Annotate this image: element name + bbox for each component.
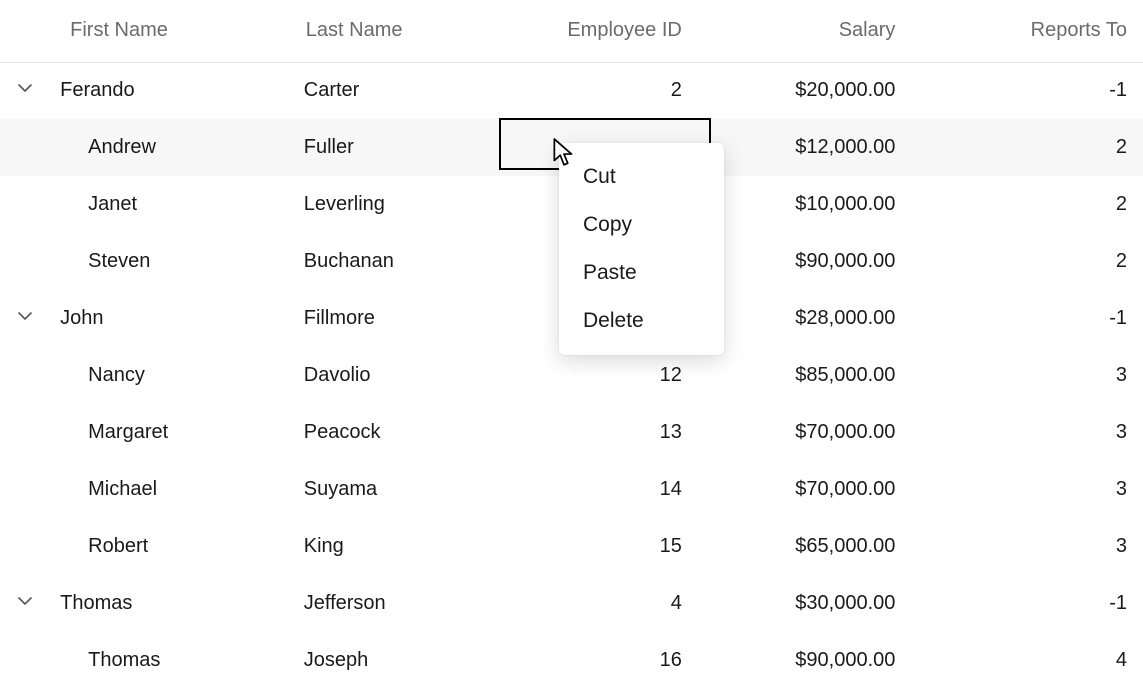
expand-toggle <box>0 632 50 689</box>
expand-toggle <box>0 233 50 290</box>
cell-last-name[interactable]: Fuller <box>296 119 497 176</box>
context-menu[interactable]: Cut Copy Paste Delete <box>559 143 724 355</box>
cell-employee-id[interactable]: 13 <box>496 404 712 461</box>
cell-last-name[interactable]: Suyama <box>296 461 497 518</box>
cell-last-name[interactable]: Joseph <box>296 632 497 689</box>
cell-reports-to[interactable]: 3 <box>927 518 1143 575</box>
table-row[interactable]: FerandoCarter2$20,000.00-1 <box>0 62 1143 119</box>
expand-toggle[interactable] <box>0 290 50 347</box>
cell-last-name[interactable]: Peacock <box>296 404 497 461</box>
cell-salary[interactable]: $65,000.00 <box>712 518 928 575</box>
cell-last-name[interactable]: Jefferson <box>296 575 497 632</box>
cell-employee-id[interactable]: 4 <box>496 575 712 632</box>
cell-employee-id[interactable]: 2 <box>496 62 712 119</box>
cell-last-name[interactable]: Davolio <box>296 347 497 404</box>
menu-item-copy[interactable]: Copy <box>559 201 724 249</box>
menu-item-cut[interactable]: Cut <box>559 153 724 201</box>
cell-employee-id[interactable]: 15 <box>496 518 712 575</box>
cell-reports-to[interactable]: 2 <box>927 119 1143 176</box>
cell-first-name[interactable]: Andrew <box>50 119 296 176</box>
cell-reports-to[interactable]: -1 <box>927 62 1143 119</box>
expand-toggle <box>0 119 50 176</box>
chevron-down-icon <box>16 79 34 101</box>
cell-first-name[interactable]: Thomas <box>50 632 296 689</box>
table-row[interactable]: MichaelSuyama14$70,000.003 <box>0 461 1143 518</box>
expand-toggle <box>0 461 50 518</box>
cell-first-name[interactable]: Robert <box>50 518 296 575</box>
table-row[interactable]: ThomasJefferson4$30,000.00-1 <box>0 575 1143 632</box>
cell-reports-to[interactable]: 4 <box>927 632 1143 689</box>
cell-first-name[interactable]: Michael <box>50 461 296 518</box>
cell-employee-id[interactable]: 14 <box>496 461 712 518</box>
cell-reports-to[interactable]: 2 <box>927 233 1143 290</box>
expand-toggle <box>0 347 50 404</box>
menu-item-delete[interactable]: Delete <box>559 297 724 345</box>
cell-salary[interactable]: $70,000.00 <box>712 404 928 461</box>
cell-last-name[interactable]: Carter <box>296 62 497 119</box>
header-salary[interactable]: Salary <box>712 0 928 62</box>
table-row[interactable]: NancyDavolio12$85,000.003 <box>0 347 1143 404</box>
expand-toggle <box>0 404 50 461</box>
cell-salary[interactable]: $90,000.00 <box>712 632 928 689</box>
chevron-down-icon <box>16 592 34 614</box>
header-employee-id[interactable]: Employee ID <box>496 0 712 62</box>
header-expand <box>0 0 50 62</box>
cell-reports-to[interactable]: 3 <box>927 461 1143 518</box>
expand-toggle <box>0 518 50 575</box>
expand-toggle[interactable] <box>0 62 50 119</box>
cell-first-name[interactable]: Ferando <box>50 62 296 119</box>
header-reports-to[interactable]: Reports To <box>927 0 1143 62</box>
menu-item-paste[interactable]: Paste <box>559 249 724 297</box>
cell-reports-to[interactable]: -1 <box>927 290 1143 347</box>
cell-first-name[interactable]: Margaret <box>50 404 296 461</box>
table-row[interactable]: MargaretPeacock13$70,000.003 <box>0 404 1143 461</box>
cell-last-name[interactable]: Fillmore <box>296 290 497 347</box>
cell-salary[interactable]: $28,000.00 <box>712 290 928 347</box>
cell-last-name[interactable]: Leverling <box>296 176 497 233</box>
cell-salary[interactable]: $20,000.00 <box>712 62 928 119</box>
cell-reports-to[interactable]: 3 <box>927 347 1143 404</box>
header-first-name[interactable]: First Name <box>50 0 296 62</box>
header-row: First Name Last Name Employee ID Salary … <box>0 0 1143 62</box>
header-last-name[interactable]: Last Name <box>296 0 497 62</box>
cell-salary[interactable]: $85,000.00 <box>712 347 928 404</box>
cell-last-name[interactable]: Buchanan <box>296 233 497 290</box>
cell-employee-id[interactable]: 12 <box>496 347 712 404</box>
cell-reports-to[interactable]: -1 <box>927 575 1143 632</box>
cell-first-name[interactable]: Janet <box>50 176 296 233</box>
expand-toggle <box>0 176 50 233</box>
table-row[interactable]: ThomasJoseph16$90,000.004 <box>0 632 1143 689</box>
cell-salary[interactable]: $30,000.00 <box>712 575 928 632</box>
chevron-down-icon <box>16 307 34 329</box>
cell-salary[interactable]: $10,000.00 <box>712 176 928 233</box>
cell-salary[interactable]: $90,000.00 <box>712 233 928 290</box>
cell-first-name[interactable]: John <box>50 290 296 347</box>
expand-toggle[interactable] <box>0 575 50 632</box>
cell-salary[interactable]: $70,000.00 <box>712 461 928 518</box>
cell-reports-to[interactable]: 3 <box>927 404 1143 461</box>
cell-reports-to[interactable]: 2 <box>927 176 1143 233</box>
cell-salary[interactable]: $12,000.00 <box>712 119 928 176</box>
table-row[interactable]: RobertKing15$65,000.003 <box>0 518 1143 575</box>
cell-first-name[interactable]: Thomas <box>50 575 296 632</box>
cell-employee-id[interactable]: 16 <box>496 632 712 689</box>
cell-first-name[interactable]: Steven <box>50 233 296 290</box>
cell-first-name[interactable]: Nancy <box>50 347 296 404</box>
cell-last-name[interactable]: King <box>296 518 497 575</box>
